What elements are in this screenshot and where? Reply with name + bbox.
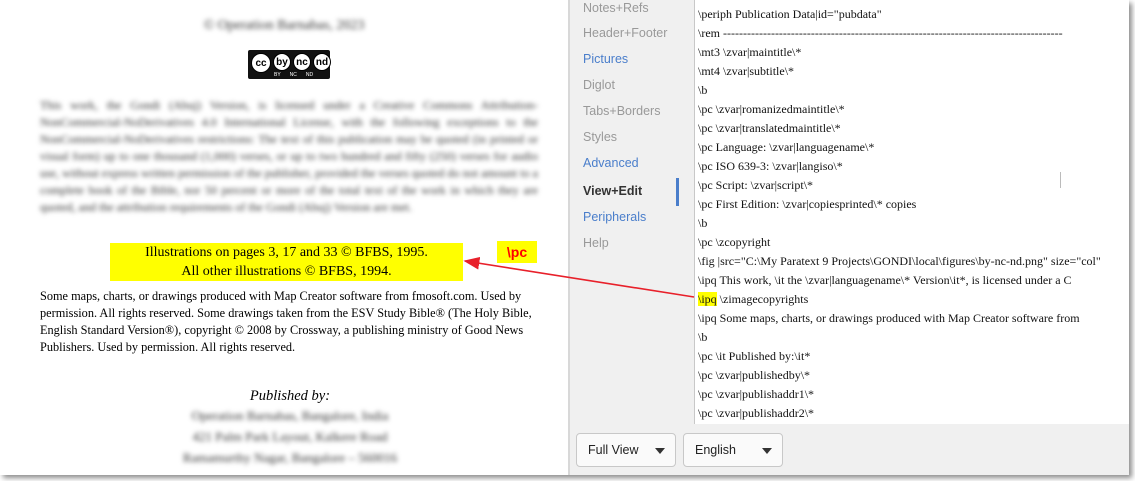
editor-line: \periph Publication Data|id="pubdata" <box>698 7 882 21</box>
app-pane: Notes+Refs Header+Footer Pictures Diglot… <box>570 0 1129 475</box>
editor-line: \pc Language: \zvar|languagename\* <box>698 140 875 154</box>
editor-line: \ipq This work, \it the \zvar|languagena… <box>698 273 1072 287</box>
tab-pictures[interactable]: Pictures <box>583 52 628 66</box>
license-paragraph: This work, the Gondi (Abuj) Version, is … <box>40 98 538 214</box>
view-mode-value: Full View <box>588 443 639 457</box>
tab-styles[interactable]: Styles <box>583 130 617 144</box>
editor-line: \pc \it Published by:\it* <box>698 349 811 363</box>
cc-label-nd: ND <box>305 72 314 78</box>
usfm-text-editor[interactable]: \periph Publication Data|id="pubdata" \r… <box>694 0 1129 425</box>
editor-line: \mt3 \zvar|maintitle\* <box>698 45 802 59</box>
illustrations-credit-highlight: Illustrations on pages 3, 17 and 33 © BF… <box>110 243 463 281</box>
settings-sidebar: Notes+Refs Header+Footer Pictures Diglot… <box>570 0 679 422</box>
editor-line: \mt4 \zvar|subtitle\* <box>698 64 795 78</box>
chevron-down-icon <box>655 448 665 454</box>
editor-line: \ipq Some maps, charts, or drawings prod… <box>698 311 1080 325</box>
tab-peripherals[interactable]: Peripherals <box>583 210 646 224</box>
cc-icon: cc <box>251 53 271 73</box>
publisher-line-2: 421 Palm Park Layout, Kalkere Road <box>192 429 388 444</box>
editor-line-highlighted: \ipq \zimagecopyrights <box>698 292 808 307</box>
cc-label-by: BY <box>274 72 281 78</box>
noncommercial-icon: nc <box>293 53 311 71</box>
editor-line: \b <box>698 216 708 230</box>
noderivatives-icon: nd <box>313 53 331 71</box>
editor-line: \rem -----------------------------------… <box>698 26 1063 40</box>
editor-line: \pc First Edition: \zvar|copiesprinted\*… <box>698 197 917 211</box>
editor-line: \pc \zvar|publishaddr1\* <box>698 387 815 401</box>
illustrations-line-2: All other illustrations © BFBS, 1994. <box>181 264 392 279</box>
tab-advanced[interactable]: Advanced <box>583 156 639 170</box>
tab-help[interactable]: Help <box>583 236 609 250</box>
language-value: English <box>695 443 736 457</box>
publisher-line-3: Ramamurthy Nagar, Bangalore – 560016 <box>182 450 398 465</box>
tab-notes-refs[interactable]: Notes+Refs <box>583 1 649 15</box>
maps-credit-paragraph: Some maps, charts, or drawings produced … <box>40 289 532 354</box>
active-tab-indicator <box>676 178 679 206</box>
language-select[interactable]: English <box>683 433 783 467</box>
editor-line: \pc \zvar|translatedmaintitle\* <box>698 121 841 135</box>
bottom-toolbar: Full View English <box>570 424 1129 475</box>
text-cursor-icon <box>1060 172 1061 188</box>
editor-line: \pc \zcopyright <box>698 235 771 249</box>
tab-tabs-borders[interactable]: Tabs+Borders <box>583 104 660 118</box>
editor-line: \b <box>698 330 708 344</box>
tab-diglot[interactable]: Diglot <box>583 78 615 92</box>
tab-header-footer[interactable]: Header+Footer <box>583 26 667 40</box>
window-frame: © Operation Barnabas, 2023 cc by nc nd B… <box>0 0 1129 475</box>
editor-line: \pc \zvar|romanizedmaintitle\* <box>698 102 845 116</box>
publisher-line-1: Operation Barnabas, Bangalore, India <box>191 408 389 423</box>
pc-marker-annotation: \pc <box>497 241 537 263</box>
tab-view-edit[interactable]: View+Edit <box>583 184 642 198</box>
published-by-heading: Published by: <box>249 388 331 404</box>
editor-line: \fig |src="C:\My Paratext 9 Projects\GON… <box>698 254 1101 268</box>
cc-label-nc: NC <box>289 72 297 78</box>
copyright-line: © Operation Barnabas, 2023 <box>203 18 365 33</box>
illustrations-line-1: Illustrations on pages 3, 17 and 33 © BF… <box>145 245 428 260</box>
editor-line-rest: \zimagecopyrights <box>719 292 809 306</box>
editor-line: \pc Script: \zvar|script\* <box>698 178 814 192</box>
attribution-icon: by <box>273 53 291 71</box>
cc-license-badge: cc by nc nd BY NC ND <box>248 50 331 79</box>
editor-line: \pc ISO 639-3: \zvar|langiso\* <box>698 159 843 173</box>
editor-line: \pc \zvar|publishaddr2\* <box>698 406 815 420</box>
document-preview: © Operation Barnabas, 2023 cc by nc nd B… <box>0 0 568 475</box>
chevron-down-icon <box>762 448 772 454</box>
editor-line: \pc \zvar|publishedby\* <box>698 368 811 382</box>
editor-line: \b <box>698 83 708 97</box>
ipq-marker-highlight: \ipq <box>698 292 717 306</box>
view-mode-select[interactable]: Full View <box>576 433 676 467</box>
